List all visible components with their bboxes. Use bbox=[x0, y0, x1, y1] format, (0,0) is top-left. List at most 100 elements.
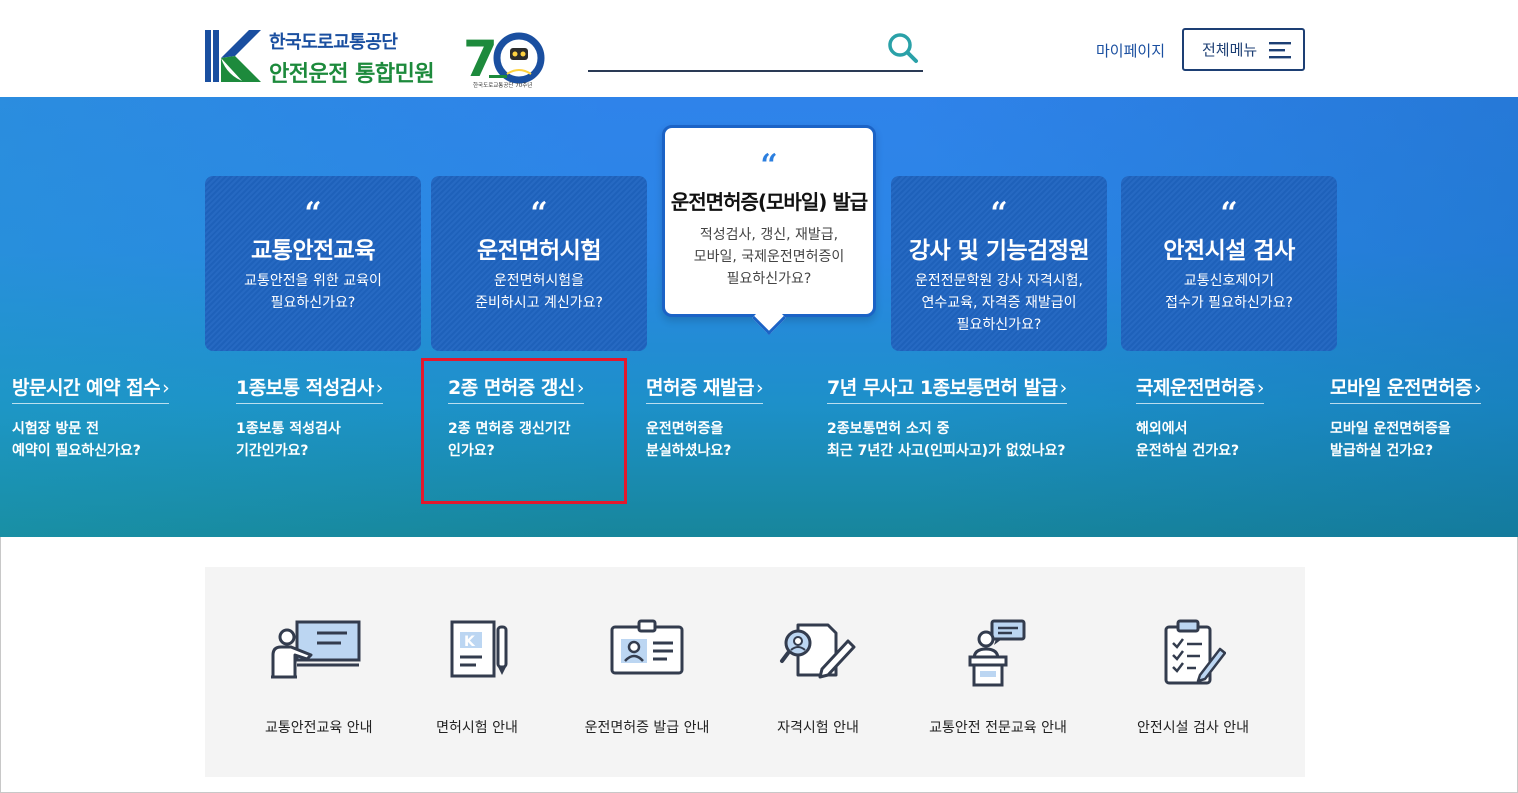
service-traffic-safety-professional-education[interactable]: 교통안전 전문교육 안내 bbox=[918, 619, 1078, 737]
checklist-icon bbox=[1164, 619, 1226, 685]
card-desc-line: 접수가 필요하신가요? bbox=[1165, 295, 1293, 311]
card-desc-line: 필요하신가요? bbox=[726, 271, 812, 287]
quick-link-description: 2종보통면허 소지 중 최근 7년간 사고(인피사고)가 없었나요? bbox=[827, 418, 1067, 462]
search-icon[interactable] bbox=[885, 30, 921, 66]
search-input[interactable] bbox=[588, 34, 868, 64]
quick-link-title-text: 면허증 재발급 bbox=[646, 377, 755, 399]
quote-mark-icon: “ bbox=[530, 196, 548, 231]
license-exam-icon: K bbox=[450, 620, 508, 678]
quick-link-mobile-license[interactable]: 모바일 운전면허증 › 모바일 운전면허증을 발급하실 건가요? bbox=[1330, 373, 1482, 462]
card-desc-line: 모바일, 국제운전면허증이 bbox=[693, 249, 845, 265]
quick-link-desc-line: 모바일 운전면허증을 bbox=[1330, 421, 1451, 437]
quick-link-title: 7년 무사고 1종보통면허 발급 › bbox=[827, 373, 1067, 404]
card-instructor-examiner[interactable]: “ 강사 및 기능검정원 운전전문학원 강사 자격시험, 연수교육, 자격증 재… bbox=[891, 176, 1107, 351]
quick-link-desc-line: 발급하실 건가요? bbox=[1330, 443, 1434, 459]
speaker-podium-icon bbox=[968, 619, 1026, 687]
quick-link-title: 1종보통 적성검사 › bbox=[236, 373, 383, 404]
card-traffic-safety-education[interactable]: “ 교통안전교육 교통안전을 위한 교육이 필요하신가요? bbox=[205, 176, 421, 351]
all-menu-label: 전체메뉴 bbox=[1202, 41, 1258, 59]
hero-section: “ 교통안전교육 교통안전을 위한 교육이 필요하신가요? “ 운전면허시험 운… bbox=[0, 97, 1518, 537]
quick-link-title-text: 7년 무사고 1종보통면허 발급 bbox=[827, 377, 1058, 399]
card-desc-line: 운전전문학원 강사 자격시험, bbox=[915, 273, 1083, 289]
chevron-right-icon: › bbox=[162, 377, 170, 399]
quick-link-desc-line: 해외에서 bbox=[1136, 421, 1188, 437]
quick-link-description: 시험장 방문 전 예약이 필요하신가요? bbox=[12, 418, 169, 462]
service-license-issuance[interactable]: 운전면허증 발급 안내 bbox=[577, 619, 717, 737]
card-description: 교통신호제어기 접수가 필요하신가요? bbox=[1131, 270, 1327, 314]
anniversary-caption: 한국도로교통공단 70주년 bbox=[473, 83, 533, 89]
card-driver-license-exam[interactable]: “ 운전면허시험 운전면허시험을 준비하시고 계신가요? bbox=[431, 176, 647, 351]
chevron-right-icon: › bbox=[1256, 377, 1265, 399]
card-desc-line: 필요하신가요? bbox=[270, 295, 356, 311]
quick-link-7yr-accident-free[interactable]: 7년 무사고 1종보통면허 발급 › 2종보통면허 소지 중 최근 7년간 사고(… bbox=[827, 373, 1067, 462]
card-description: 운전면허시험을 준비하시고 계신가요? bbox=[441, 270, 637, 314]
quick-link-visit-reservation[interactable]: 방문시간 예약 접수 › 시험장 방문 전 예약이 필요하신가요? bbox=[12, 373, 170, 462]
service-safety-facility-inspection[interactable]: 안전시설 검사 안내 bbox=[1125, 619, 1261, 737]
quick-link-international-license[interactable]: 국제운전면허증 › 해외에서 운전하실 건가요? bbox=[1136, 373, 1264, 462]
card-desc-line: 운전면허시험을 bbox=[493, 273, 585, 289]
quote-mark-icon: “ bbox=[1220, 196, 1238, 231]
service-label: 안전시설 검사 안내 bbox=[1137, 720, 1249, 736]
quote-mark-icon: “ bbox=[760, 148, 778, 183]
hamburger-menu-icon bbox=[1269, 42, 1291, 59]
quick-link-description: 1종보통 적성검사 기간인가요? bbox=[236, 418, 383, 462]
card-description: 적성검사, 갱신, 재발급, 모바일, 국제운전면허증이 필요하신가요? bbox=[675, 224, 863, 290]
card-desc-line: 적성검사, 갱신, 재발급, bbox=[699, 227, 839, 243]
card-description: 운전전문학원 강사 자격시험, 연수교육, 자격증 재발급이 필요하신가요? bbox=[901, 270, 1097, 336]
card-title: 안전시설 검사 bbox=[1163, 238, 1295, 264]
service-traffic-safety-education[interactable]: 교통안전교육 안내 bbox=[265, 619, 373, 737]
quick-link-title: 국제운전면허증 › bbox=[1136, 373, 1264, 404]
card-title: 운전면허시험 bbox=[477, 238, 601, 264]
card-desc-line: 교통신호제어기 bbox=[1183, 273, 1275, 289]
service-qualification-exam[interactable]: 자격시험 안내 bbox=[768, 619, 868, 737]
mypage-link[interactable]: 마이페이지 bbox=[1096, 40, 1165, 61]
quick-link-desc-line: 1종보통 적성검사 bbox=[236, 421, 341, 437]
quick-link-desc-line: 시험장 방문 전 bbox=[12, 421, 100, 437]
service-label: 교통안전 전문교육 안내 bbox=[929, 720, 1067, 736]
card-desc-line: 연수교육, 자격증 재발급이 bbox=[921, 295, 1077, 311]
quick-link-title-text: 1종보통 적성검사 bbox=[236, 377, 374, 399]
id-card-icon bbox=[610, 619, 684, 675]
qualification-exam-icon bbox=[780, 623, 856, 679]
card-license-issuance-mobile[interactable]: “ 운전면허증(모바일) 발급 적성검사, 갱신, 재발급, 모바일, 국제운전… bbox=[662, 125, 876, 335]
service-label: 면허시험 안내 bbox=[436, 720, 518, 736]
chevron-right-icon: › bbox=[756, 377, 764, 399]
search-bar bbox=[588, 28, 923, 72]
chevron-right-icon: › bbox=[1059, 377, 1068, 399]
site-logo[interactable]: 한국도로교통공단 안전운전 통합민원 7 한국도로교통공단 70주년 bbox=[205, 28, 550, 92]
quote-mark-icon: “ bbox=[304, 196, 322, 231]
service-label: 운전면허증 발급 안내 bbox=[584, 720, 710, 736]
quick-link-desc-line: 기간인가요? bbox=[236, 443, 309, 459]
service-label: 자격시험 안내 bbox=[777, 720, 859, 736]
card-title: 교통안전교육 bbox=[251, 238, 375, 264]
service-guide-section: 교통안전교육 안내 K 면허시험 안내 운전면허증 발급 안내 자격시험 안내 … bbox=[205, 567, 1305, 777]
quick-link-desc-line: 분실하셨나요? bbox=[646, 443, 732, 459]
quick-link-class1-aptitude-test[interactable]: 1종보통 적성검사 › 1종보통 적성검사 기간인가요? bbox=[236, 373, 383, 462]
service-license-exam[interactable]: K 면허시험 안내 bbox=[427, 619, 527, 737]
chevron-right-icon: › bbox=[1473, 377, 1482, 399]
service-label: 교통안전교육 안내 bbox=[265, 720, 373, 736]
card-safety-facility-inspection[interactable]: “ 안전시설 검사 교통신호제어기 접수가 필요하신가요? bbox=[1121, 176, 1337, 351]
koroad-k-logo-icon bbox=[205, 30, 261, 82]
quick-link-desc-line: 최근 7년간 사고(인피사고)가 없었나요? bbox=[827, 443, 1066, 459]
quick-link-license-reissue[interactable]: 면허증 재발급 › 운전면허증을 분실하셨나요? bbox=[646, 373, 764, 462]
lecture-icon bbox=[271, 620, 361, 679]
quick-link-title-text: 모바일 운전면허증 bbox=[1330, 377, 1472, 399]
quick-link-desc-line: 예약이 필요하신가요? bbox=[12, 443, 141, 459]
site-header: 한국도로교통공단 안전운전 통합민원 7 한국도로교통공단 70주년 마이페이지… bbox=[0, 0, 1518, 97]
card-desc-line: 교통안전을 위한 교육이 bbox=[244, 273, 382, 289]
quick-link-description: 해외에서 운전하실 건가요? bbox=[1136, 418, 1264, 462]
logo-service-name: 안전운전 통합민원 bbox=[269, 62, 435, 87]
quote-mark-icon: “ bbox=[990, 196, 1008, 231]
quick-link-title: 방문시간 예약 접수 › bbox=[12, 373, 170, 404]
card-desc-line: 준비하시고 계신가요? bbox=[475, 295, 603, 311]
card-desc-line: 필요하신가요? bbox=[956, 317, 1042, 333]
all-menu-button[interactable]: 전체메뉴 bbox=[1182, 28, 1305, 71]
quick-link-desc-line: 2종보통면허 소지 중 bbox=[827, 421, 950, 437]
logo-org-name: 한국도로교통공단 bbox=[269, 32, 398, 53]
speech-bubble-tail bbox=[752, 301, 786, 335]
quick-link-title-text: 국제운전면허증 bbox=[1136, 377, 1255, 399]
quick-link-title-text: 방문시간 예약 접수 bbox=[12, 377, 161, 399]
quick-link-desc-line: 운전면허증을 bbox=[646, 421, 724, 437]
svg-text:K: K bbox=[464, 634, 476, 650]
